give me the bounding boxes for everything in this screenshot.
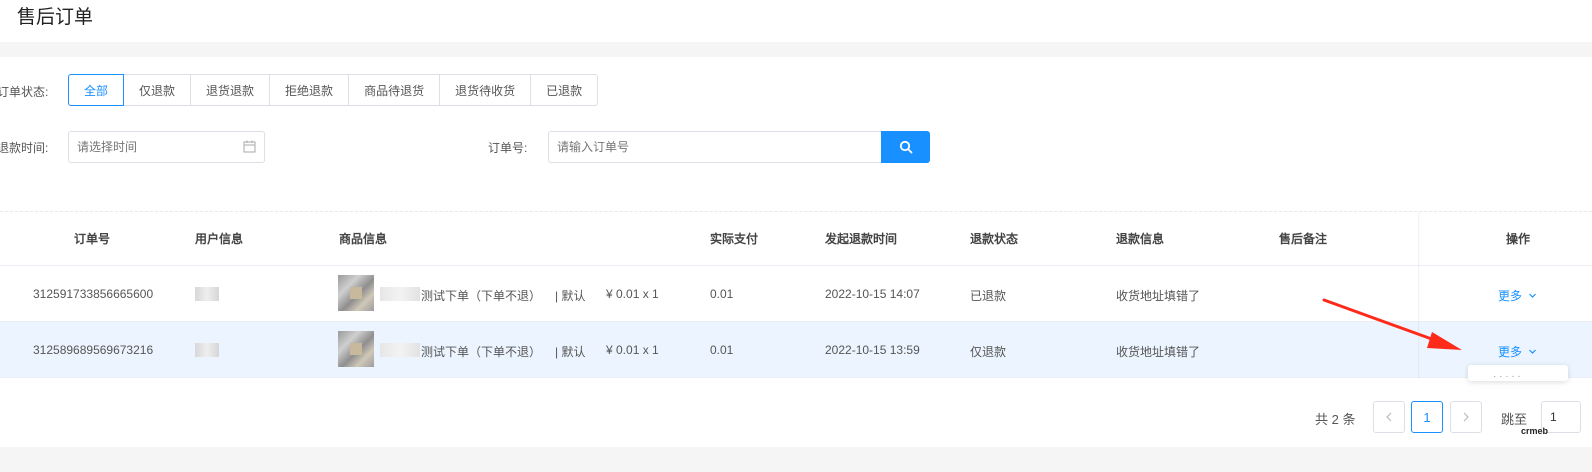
order-no-input[interactable]: [548, 131, 882, 163]
product-name-blurred: [380, 287, 420, 301]
tab-awaiting-return[interactable]: 商品待退货: [349, 74, 441, 106]
fixed-column-shadow: [1418, 212, 1420, 378]
refund-info: 收货地址填错了: [1116, 345, 1201, 359]
product-name: 测试下单（下单不退）: [421, 289, 542, 303]
page-number-button[interactable]: 1: [1411, 401, 1443, 433]
header-order-no: 订单号: [74, 232, 111, 246]
chevron-down-icon: [1529, 293, 1537, 298]
product-price: ¥ 0.01 x 1: [606, 343, 659, 357]
header-actual-paid: 实际支付: [710, 232, 759, 246]
header-actions: 操作: [1506, 232, 1531, 246]
table-row[interactable]: 312591733856665600 测试下单（下单不退） | 默认 ¥ 0.0…: [0, 266, 1592, 322]
order-no: 312591733856665600: [33, 287, 154, 301]
more-label: 更多: [1498, 345, 1523, 359]
more-label: 更多: [1498, 289, 1523, 303]
user-info-blurred: [195, 287, 219, 301]
product-price: ¥ 0.01 x 1: [606, 287, 659, 301]
prev-page-button[interactable]: [1373, 401, 1405, 433]
tab-refunded[interactable]: 已退款: [531, 74, 599, 106]
status-tab-group: 全部 仅退款 退货退款 拒绝退款 商品待退货 退货待收货 已退款: [68, 74, 599, 106]
status-filter-label: 订单状态:: [0, 85, 49, 99]
product-name-blurred: [380, 343, 420, 357]
table-top-divider: [0, 211, 1592, 212]
next-page-button[interactable]: [1450, 401, 1482, 433]
product-spec: | 默认: [555, 289, 586, 303]
page: 售后订单 订单状态: 全部 仅退款 退货退款 拒绝退款 商品待退货 退货待收货 …: [0, 0, 1592, 472]
refund-status: 仅退款: [970, 345, 1007, 359]
calendar-icon[interactable]: [243, 140, 256, 153]
header-refund-info: 退款信息: [1116, 232, 1165, 246]
header-user-info: 用户信息: [195, 232, 244, 246]
tab-all[interactable]: 全部: [68, 74, 125, 106]
title-bar: 售后订单: [0, 0, 1592, 42]
header-refund-status: 退款状态: [970, 232, 1019, 246]
header-product-info: 商品信息: [339, 232, 388, 246]
refund-time-picker[interactable]: [68, 131, 265, 163]
table-row[interactable]: 312589689569673216 测试下单（下单不退） | 默认 ¥ 0.0…: [0, 322, 1592, 378]
tab-refund-only[interactable]: 仅退款: [124, 74, 192, 106]
tab-rejected[interactable]: 拒绝退款: [270, 74, 350, 106]
dropdown-item-partial[interactable]: · · · · ·: [1493, 371, 1521, 381]
order-no: 312589689569673216: [33, 343, 154, 357]
page-title: 售后订单: [17, 7, 94, 28]
header-aftersale-note: 售后备注: [1279, 232, 1328, 246]
refund-time: 2022-10-15 14:07: [825, 287, 920, 301]
main-panel: 订单状态: 全部 仅退款 退货退款 拒绝退款 商品待退货 退货待收货 已退款 退…: [0, 57, 1592, 447]
tab-awaiting-receipt[interactable]: 退货待收货: [440, 74, 532, 106]
more-actions-dropdown[interactable]: · · · · ·: [1468, 365, 1568, 381]
tab-return-refund[interactable]: 退货退款: [191, 74, 271, 106]
product-thumbnail: [338, 275, 374, 311]
search-icon: [899, 140, 912, 154]
user-info-blurred: [195, 343, 219, 357]
more-actions-link[interactable]: 更多: [1498, 287, 1537, 304]
search-button[interactable]: [881, 131, 930, 163]
refund-time-label: 退款时间:: [0, 141, 49, 155]
more-actions-link[interactable]: 更多: [1498, 343, 1537, 360]
header-refund-time: 发起退款时间: [825, 232, 898, 246]
refund-time: 2022-10-15 13:59: [825, 343, 920, 357]
order-no-label: 订单号:: [488, 141, 528, 155]
brand-watermark: crmeb: [1521, 426, 1549, 436]
pagination-total: 共 2 条: [1315, 412, 1356, 427]
chevron-down-icon: [1529, 349, 1537, 354]
refund-status: 已退款: [970, 289, 1007, 303]
actual-paid: 0.01: [710, 287, 734, 301]
product-thumbnail: [338, 331, 374, 367]
product-name: 测试下单（下单不退）: [421, 345, 542, 359]
product-spec: | 默认: [555, 345, 586, 359]
actual-paid: 0.01: [710, 343, 734, 357]
chevron-left-icon: [1386, 412, 1392, 422]
refund-info: 收货地址填错了: [1116, 289, 1201, 303]
chevron-right-icon: [1463, 412, 1469, 422]
